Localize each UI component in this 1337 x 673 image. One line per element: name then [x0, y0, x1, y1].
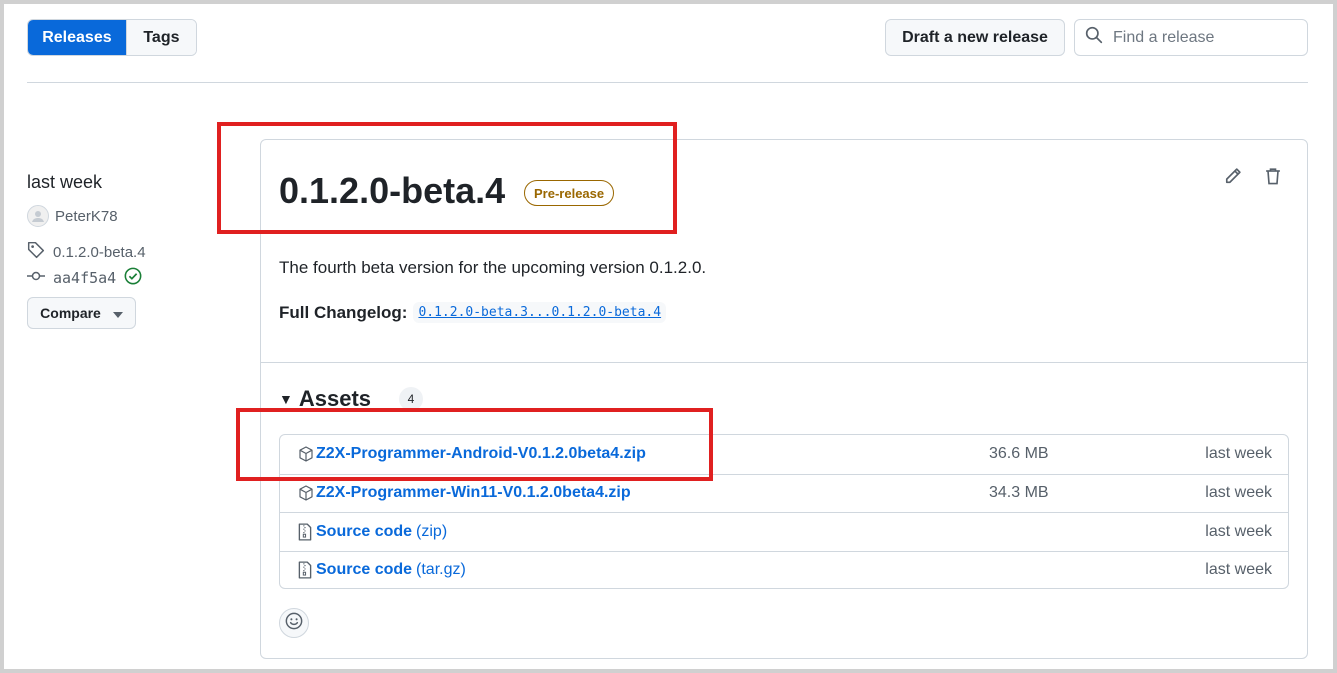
caret-down-icon: ▼ [279, 391, 293, 407]
release-tag[interactable]: 0.1.2.0-beta.4 [27, 241, 146, 263]
release-description: The fourth beta version for the upcoming… [279, 258, 707, 277]
asset-size: 34.3 MB [989, 484, 1049, 502]
avatar [27, 205, 49, 227]
chevron-down-icon [112, 305, 123, 321]
release-title[interactable]: 0.1.2.0-beta.4 [279, 170, 505, 212]
add-reaction-button[interactable] [279, 608, 309, 638]
release-author[interactable]: PeterK78 [27, 205, 118, 227]
divider [27, 82, 1308, 83]
package-icon [298, 485, 316, 501]
assets-heading: Assets [298, 386, 372, 411]
pencil-icon[interactable] [1223, 166, 1243, 191]
tab-releases[interactable]: Releases [28, 20, 126, 55]
asset-name[interactable]: Z2X-Programmer-Win11-V0.1.2.0beta4.zip [316, 484, 631, 502]
release-date: last week [27, 172, 103, 192]
asset-row[interactable]: Source code (tar.gz) last week [280, 550, 1288, 589]
release-card: 0.1.2.0-beta.4 Pre-release The fourth be… [260, 139, 1308, 659]
divider [261, 362, 1307, 363]
asset-row[interactable]: Source code (zip) last week [280, 512, 1288, 551]
compare-button[interactable]: Compare [27, 297, 136, 329]
commit-icon [27, 269, 45, 287]
tag-label: 0.1.2.0-beta.4 [53, 243, 146, 261]
asset-time: last week [1205, 484, 1272, 502]
asset-name[interactable]: Source code [316, 561, 412, 579]
asset-time: last week [1205, 522, 1272, 540]
asset-time: last week [1205, 445, 1272, 463]
assets-count: 4 [399, 387, 424, 411]
asset-time: last week [1205, 561, 1272, 579]
draft-release-button[interactable]: Draft a new release [885, 19, 1065, 56]
releases-tags-switch: Releases Tags [27, 19, 197, 56]
full-changelog: Full Changelog: 0.1.2.0-beta.3...0.1.2.0… [279, 302, 667, 323]
tab-tags[interactable]: Tags [125, 20, 196, 55]
search-icon [1085, 26, 1103, 49]
smiley-icon [285, 612, 303, 635]
asset-suffix: (zip) [416, 522, 448, 540]
commit-sha: aa4f5a4 [53, 269, 117, 287]
asset-row[interactable]: Z2X-Programmer-Android-V0.1.2.0beta4.zip… [280, 435, 1288, 474]
find-release-search[interactable] [1074, 19, 1308, 56]
asset-size: 36.6 MB [989, 445, 1049, 463]
search-input[interactable] [1111, 27, 1291, 48]
tag-icon [27, 241, 45, 263]
verified-check-icon [124, 267, 142, 289]
package-icon [298, 446, 316, 462]
assets-toggle[interactable]: ▼ Assets 4 [279, 386, 424, 412]
changelog-link[interactable]: 0.1.2.0-beta.3...0.1.2.0-beta.4 [413, 302, 667, 323]
prerelease-badge: Pre-release [524, 180, 615, 206]
file-zip-icon [298, 523, 316, 541]
changelog-label: Full Changelog: [279, 302, 408, 322]
compare-label: Compare [40, 305, 101, 321]
release-commit[interactable]: aa4f5a4 [27, 267, 142, 289]
trash-icon[interactable] [1263, 166, 1283, 191]
asset-suffix: (tar.gz) [416, 561, 466, 579]
file-zip-icon [298, 561, 316, 579]
asset-name[interactable]: Z2X-Programmer-Android-V0.1.2.0beta4.zip [316, 445, 646, 463]
asset-row[interactable]: Z2X-Programmer-Win11-V0.1.2.0beta4.zip 3… [280, 473, 1288, 513]
assets-list: Z2X-Programmer-Android-V0.1.2.0beta4.zip… [279, 434, 1289, 589]
asset-name[interactable]: Source code [316, 523, 412, 541]
releases-page: Releases Tags Draft a new release last w… [4, 4, 1333, 669]
author-name: PeterK78 [55, 207, 118, 225]
